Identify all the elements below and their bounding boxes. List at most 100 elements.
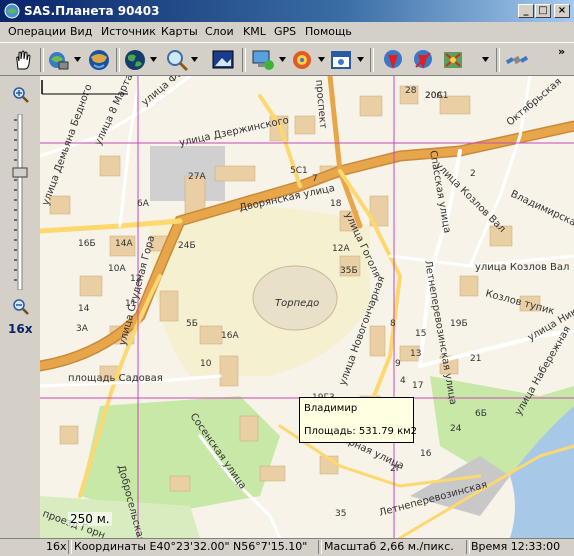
status-time: Время 12:33:00	[471, 540, 561, 553]
toolbar-separator	[40, 48, 44, 72]
toolbar: »	[0, 42, 574, 76]
svg-text:10А: 10А	[108, 264, 126, 274]
menu-bar: Операции Вид Источник Карты Слои KML GPS…	[0, 22, 574, 42]
mark-edit-icon[interactable]	[410, 47, 436, 73]
stadium-label: Торпедо	[275, 298, 319, 309]
svg-text:4: 4	[400, 376, 406, 386]
computer-network-icon[interactable]	[250, 47, 276, 73]
svg-text:2Г: 2Г	[390, 464, 401, 474]
svg-text:17: 17	[412, 381, 423, 391]
menu-kml[interactable]: KML	[243, 25, 266, 38]
zoom-panel: 16x	[0, 76, 40, 538]
svg-text:15: 15	[415, 329, 426, 339]
title-bar: SAS.Планета 90403 _ □ ×	[0, 0, 574, 22]
svg-text:18: 18	[330, 199, 342, 209]
chevron-down-icon[interactable]	[74, 57, 81, 62]
svg-text:9: 9	[395, 359, 401, 369]
svg-text:28: 28	[405, 86, 417, 96]
svg-text:21: 21	[470, 354, 481, 364]
svg-text:6Б: 6Б	[475, 409, 487, 419]
svg-text:24: 24	[450, 424, 462, 434]
gps-satellite-icon[interactable]	[289, 47, 315, 73]
svg-text:35: 35	[335, 509, 346, 519]
region-tooltip: Владимир Площадь: 531.79 км2	[299, 397, 418, 443]
svg-text:16Б: 16Б	[78, 239, 96, 249]
toolbar-separator	[116, 48, 120, 72]
street-label: Октябрьская	[505, 76, 564, 128]
status-scale: Масштаб 2,66 м./пикс.	[324, 540, 454, 553]
toolbar-separator	[242, 48, 246, 72]
svg-text:14: 14	[78, 304, 90, 314]
status-zoom: 16x	[46, 540, 67, 553]
mark-delete-icon[interactable]	[440, 47, 466, 73]
svg-text:7: 7	[312, 174, 318, 184]
svg-text:20С1: 20С1	[425, 91, 448, 101]
minimize-button[interactable]: _	[518, 4, 534, 18]
svg-text:13: 13	[410, 349, 421, 359]
svg-text:12А: 12А	[332, 244, 350, 254]
menu-source[interactable]: Источник	[101, 25, 156, 38]
svg-text:12: 12	[130, 274, 141, 284]
street-label: проспект	[313, 79, 328, 129]
status-separator	[318, 540, 322, 554]
map-canvas[interactable]: улица Дзержинского Дворянская улица прос…	[40, 76, 574, 538]
calendar-icon[interactable]	[328, 47, 354, 73]
svg-text:19Б: 19Б	[450, 319, 468, 329]
chevron-down-icon[interactable]	[482, 57, 489, 62]
svg-text:5С1: 5С1	[290, 166, 308, 176]
menu-layers[interactable]: Слои	[205, 25, 234, 38]
map-view[interactable]: улица Дзержинского Дворянская улица прос…	[40, 76, 574, 538]
zoom-slider-thumb[interactable]	[12, 167, 28, 178]
menu-view[interactable]: Вид	[70, 25, 92, 38]
menu-help[interactable]: Помощь	[305, 25, 352, 38]
close-button[interactable]: ×	[554, 4, 570, 18]
svg-text:24Б: 24Б	[178, 241, 196, 251]
zoom-slider[interactable]	[12, 114, 28, 290]
chevron-down-icon[interactable]	[150, 57, 157, 62]
svg-text:14А: 14А	[115, 239, 133, 249]
scale-bar	[41, 80, 128, 95]
svg-text:10: 10	[200, 359, 212, 369]
layers-icon[interactable]	[46, 47, 72, 73]
maximize-button[interactable]: □	[535, 4, 551, 18]
menu-gps[interactable]: GPS	[274, 25, 296, 38]
zoom-in-icon[interactable]	[12, 86, 30, 104]
street-label: площадь Садовая	[68, 373, 163, 384]
street-label: улица Козлов Вал	[475, 262, 569, 273]
chevron-down-icon[interactable]	[279, 57, 286, 62]
svg-text:6А: 6А	[137, 199, 150, 209]
svg-text:11: 11	[125, 299, 136, 309]
chevron-down-icon[interactable]	[357, 57, 364, 62]
markers-icon[interactable]	[380, 47, 406, 73]
street-label: улица Федосеева	[140, 76, 218, 108]
scale-label: 250 м.	[68, 512, 112, 526]
svg-text:3А: 3А	[76, 324, 89, 334]
svg-text:16А: 16А	[221, 331, 239, 341]
tooltip-area: Площадь: 531.79 км2	[304, 426, 418, 437]
menu-operations[interactable]: Операции	[8, 25, 66, 38]
tooltip-name: Владимир	[304, 403, 358, 414]
svg-text:5Б: 5Б	[186, 319, 198, 329]
status-coordinates: Координаты E40°23'32.00" N56°7'15.10"	[74, 540, 308, 553]
zoom-out-icon[interactable]	[12, 298, 30, 316]
earth-icon[interactable]	[122, 47, 148, 73]
status-separator	[466, 540, 470, 554]
menu-maps[interactable]: Карты	[161, 25, 198, 38]
hand-icon[interactable]	[10, 47, 36, 73]
chevron-down-icon[interactable]	[191, 57, 198, 62]
street-label: Владимирская	[509, 189, 574, 231]
toolbar-separator	[370, 48, 374, 72]
search-icon[interactable]	[164, 47, 190, 73]
status-bar: 16x Координаты E40°23'32.00" N56°7'15.10…	[0, 538, 574, 556]
toolbar-separator	[496, 48, 500, 72]
chevron-down-icon[interactable]	[318, 57, 325, 62]
globe-icon[interactable]	[86, 47, 112, 73]
status-separator	[68, 540, 72, 554]
overflow-chevron-icon[interactable]: »	[558, 45, 565, 58]
image-icon[interactable]	[210, 47, 236, 73]
svg-text:27А: 27А	[188, 172, 206, 182]
svg-text:35Б: 35Б	[340, 266, 358, 276]
street-label: Козлов тупик	[484, 288, 555, 317]
satellite-icon[interactable]	[504, 47, 530, 73]
app-icon	[4, 3, 20, 19]
